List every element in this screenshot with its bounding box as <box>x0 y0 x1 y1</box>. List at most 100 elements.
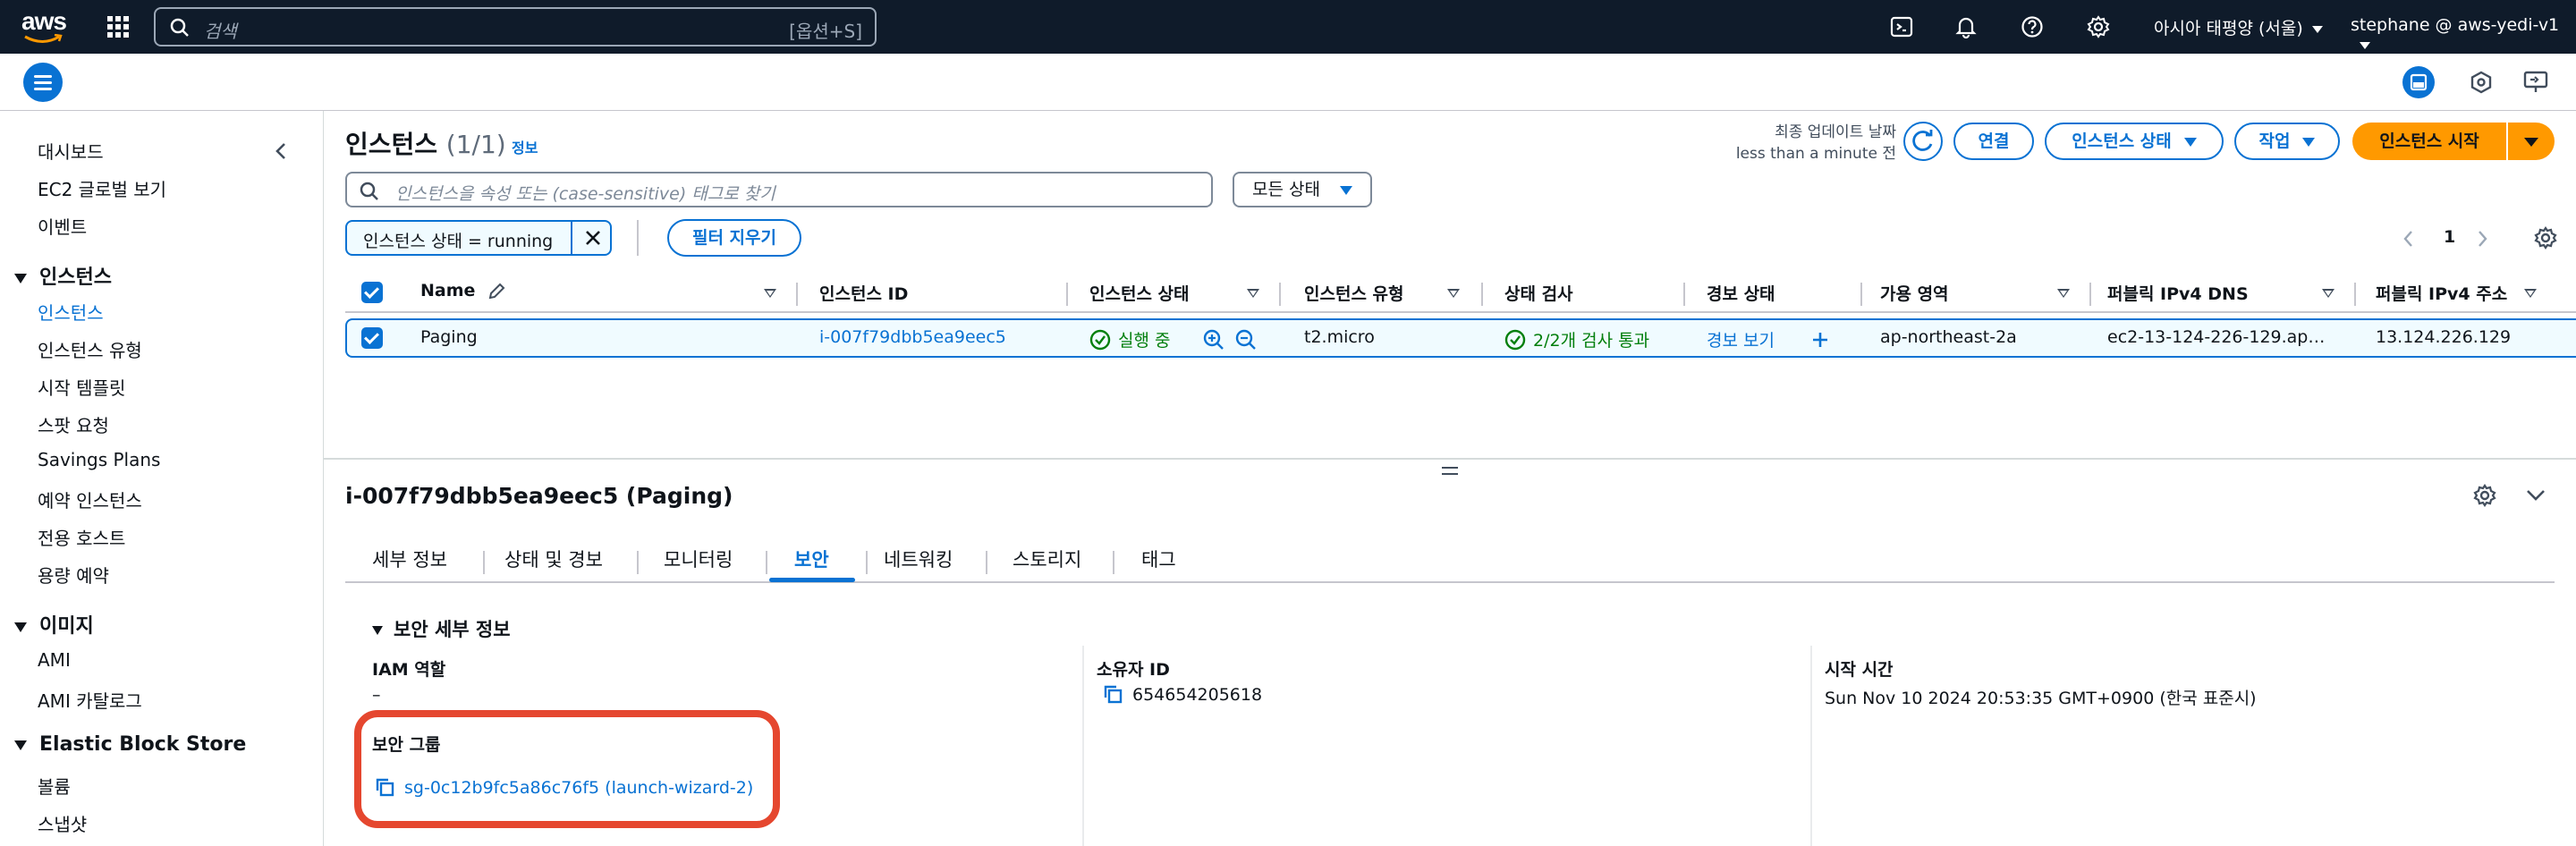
filter-divider <box>637 220 639 256</box>
sidebar-item-events[interactable]: 이벤트 <box>38 213 87 239</box>
split-panel-icon[interactable] <box>2402 66 2435 98</box>
actions-button[interactable]: 작업 <box>2234 123 2340 160</box>
filter-token: 인스턴스 상태 = running <box>345 220 612 256</box>
tab-security[interactable]: 보안 <box>794 546 829 572</box>
last-updated: 최종 업데이트 날짜 less than a minute 전 <box>1735 123 1896 163</box>
close-sidebar-icon[interactable] <box>272 141 292 161</box>
sidebar-item-savings-plans[interactable]: Savings Plans <box>38 449 160 470</box>
sidebar-item-snapshots[interactable]: 스냅샷 <box>38 810 87 836</box>
sidebar-item-instance-types[interactable]: 인스턴스 유형 <box>38 336 142 362</box>
caret-down-icon <box>2302 137 2316 147</box>
cloudshell-icon[interactable] <box>1889 14 1914 39</box>
page-number[interactable]: 1 <box>2444 227 2455 247</box>
sort-icon[interactable] <box>1447 289 1460 298</box>
sidebar-item-instances[interactable]: 인스턴스 <box>38 299 104 325</box>
chevron-right-icon[interactable] <box>2474 229 2490 249</box>
row-checkbox[interactable] <box>361 327 383 349</box>
refresh-button[interactable] <box>1903 122 1943 161</box>
refresh-icon <box>1912 130 1933 151</box>
check-circle-icon <box>1504 329 1526 351</box>
plus-icon[interactable] <box>1810 330 1830 350</box>
aws-logo[interactable]: aws <box>21 7 68 45</box>
state-select[interactable]: 모든 상태 <box>1233 172 1372 207</box>
column-divider <box>1810 646 1812 846</box>
search-icon <box>360 182 378 200</box>
help-icon[interactable] <box>2020 14 2045 39</box>
tab-networking[interactable]: 네트워킹 <box>884 546 953 572</box>
sidebar-item-volumes[interactable]: 볼륨 <box>38 773 71 799</box>
sidebar-item-capacity-reservations[interactable]: 용량 예약 <box>38 562 109 588</box>
sidebar-item-global-view[interactable]: EC2 글로벌 보기 <box>38 175 166 201</box>
copy-icon[interactable] <box>1102 683 1123 705</box>
screen-feedback-icon[interactable] <box>2522 70 2549 95</box>
tab-storage[interactable]: 스토리지 <box>1013 546 1081 572</box>
gear-icon[interactable] <box>2472 483 2497 508</box>
gear-icon[interactable] <box>2086 14 2111 39</box>
launch-dropdown-button[interactable] <box>2508 123 2555 160</box>
menu-toggle-button[interactable] <box>23 63 63 102</box>
sidebar-item-dedicated-hosts[interactable]: 전용 호스트 <box>38 524 125 550</box>
search-shortcut: [옵션+S] <box>789 21 862 42</box>
chevron-down-icon <box>2360 41 2370 49</box>
sidebar-item-reserved-instances[interactable]: 예약 인스턴스 <box>38 486 142 512</box>
column-header-instance-state[interactable]: 인스턴스 상태 <box>1089 281 1190 305</box>
zoom-in-icon[interactable] <box>1202 328 1225 351</box>
sort-icon[interactable] <box>1247 289 1259 298</box>
cell-public-ip: 13.124.226.129 <box>2376 327 2512 347</box>
iam-role-value: – <box>372 685 381 705</box>
column-header-name[interactable]: Name <box>420 281 506 301</box>
tab-details[interactable]: 세부 정보 <box>372 546 447 572</box>
account-menu[interactable]: stephane @ aws-yedi-v1 <box>2351 15 2576 55</box>
table-row[interactable]: Paging i-007f79dbb5ea9eec5 실행 중 t2.micro… <box>345 318 2576 358</box>
region-selector[interactable]: 아시아 태평양 (서울) <box>2154 15 2323 39</box>
column-header-alarm-status[interactable]: 경보 상태 <box>1707 281 1775 305</box>
instance-state-button[interactable]: 인스턴스 상태 <box>2045 123 2224 160</box>
bell-icon[interactable] <box>1953 14 1979 39</box>
owner-id-label: 소유자 ID <box>1097 660 1170 680</box>
column-header-instance-id[interactable]: 인스턴스 ID <box>819 281 908 305</box>
column-header-availability-zone[interactable]: 가용 영역 <box>1880 281 1949 305</box>
remove-filter-button[interactable] <box>571 222 612 254</box>
chevron-down-icon[interactable] <box>2524 485 2547 506</box>
filter-token-label: 인스턴스 상태 = running <box>363 232 554 251</box>
gear-icon[interactable] <box>2533 225 2558 250</box>
edit-pencil-icon <box>488 283 505 299</box>
tab-status-alarms[interactable]: 상태 및 경보 <box>504 546 603 572</box>
column-header-public-dns[interactable]: 퍼블릭 IPv4 DNS <box>2107 281 2249 305</box>
sidebar-section-images[interactable]: 이미지 <box>14 610 94 639</box>
tab-monitoring[interactable]: 모니터링 <box>664 546 733 572</box>
tab-tags[interactable]: 태그 <box>1141 546 1176 572</box>
instance-count: (1/1) <box>445 130 506 159</box>
instance-filter-input[interactable]: 인스턴스을 속성 또는 (case-sensitive) 태그로 찾기 <box>345 172 1213 207</box>
sort-icon[interactable] <box>2057 289 2070 298</box>
sidebar-item-launch-templates[interactable]: 시작 템플릿 <box>38 374 125 400</box>
info-link[interactable]: 정보 <box>512 136 538 157</box>
instance-id-link[interactable]: i-007f79dbb5ea9eec5 <box>819 327 1006 347</box>
select-all-checkbox[interactable] <box>361 282 383 303</box>
sidebar-item-spot-requests[interactable]: 스팟 요청 <box>38 411 109 437</box>
page-title: 인스턴스 (1/1) <box>345 130 506 159</box>
services-grid-icon[interactable] <box>107 16 129 38</box>
column-header-status-check[interactable]: 상태 검사 <box>1504 281 1573 305</box>
view-alarms-link[interactable]: 경보 보기 <box>1707 327 1775 351</box>
sort-icon[interactable] <box>2524 289 2537 298</box>
chevron-left-icon[interactable] <box>2401 229 2417 249</box>
column-header-public-ip[interactable]: 퍼블릭 IPv4 주소 <box>2376 281 2507 305</box>
sidebar: 대시보드 EC2 글로벌 보기 이벤트 인스턴스 인스턴스 인스턴스 유형 시작… <box>0 111 324 846</box>
sidebar-item-ami[interactable]: AMI <box>38 649 71 671</box>
column-header-instance-type[interactable]: 인스턴스 유형 <box>1304 281 1404 305</box>
sort-icon[interactable] <box>2322 289 2334 298</box>
sort-icon[interactable] <box>764 289 776 298</box>
connect-button[interactable]: 연결 <box>1953 123 2034 160</box>
sidebar-section-instances[interactable]: 인스턴스 <box>14 261 112 290</box>
sidebar-section-ebs[interactable]: Elastic Block Store <box>14 733 246 756</box>
launch-instance-button[interactable]: 인스턴스 시작 <box>2352 123 2506 160</box>
security-details-toggle[interactable]: 보안 세부 정보 <box>372 615 511 642</box>
zoom-out-icon[interactable] <box>1234 328 1258 351</box>
hexagon-settings-icon[interactable] <box>2469 70 2494 95</box>
clear-filters-button[interactable]: 필터 지우기 <box>667 219 801 257</box>
global-search-input[interactable]: 검색 [옵션+S] <box>154 7 877 47</box>
sidebar-item-dashboard[interactable]: 대시보드 <box>38 138 104 164</box>
drag-handle-icon[interactable] <box>1442 467 1458 479</box>
sidebar-item-ami-catalog[interactable]: AMI 카탈로그 <box>38 687 142 713</box>
